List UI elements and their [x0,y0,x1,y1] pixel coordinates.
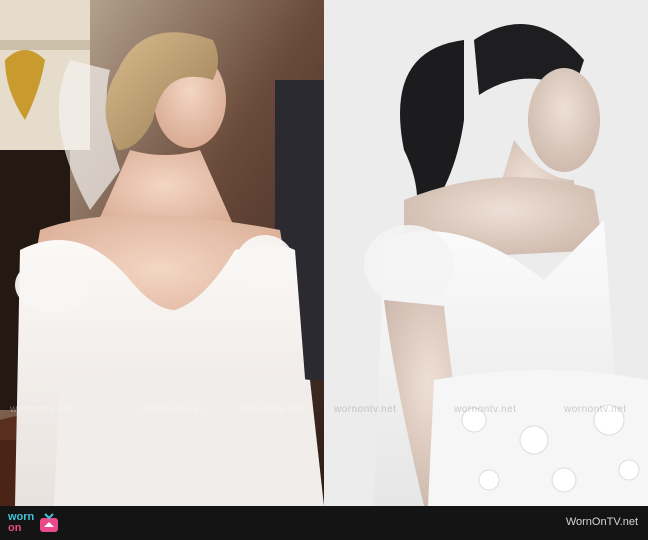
left-photo-scene [0,0,324,506]
logo-line2: on [8,522,22,534]
right-photo-scene [324,0,648,506]
site-credit: WornOnTV.net [565,516,638,528]
left-photo: wornontv.net wornontv.net wornontv.net [0,0,324,506]
footer-bar: worn on WornOnTV.net [0,506,648,540]
logo-wordmark: worn on [8,512,34,534]
wornontv-logo[interactable]: worn on [8,511,60,535]
tv-hanger-icon [40,513,59,532]
comparison-image: wornontv.net wornontv.net wornontv.net w… [0,0,648,540]
right-photo: wornontv.net wornontv.net wornontv.net [324,0,648,506]
